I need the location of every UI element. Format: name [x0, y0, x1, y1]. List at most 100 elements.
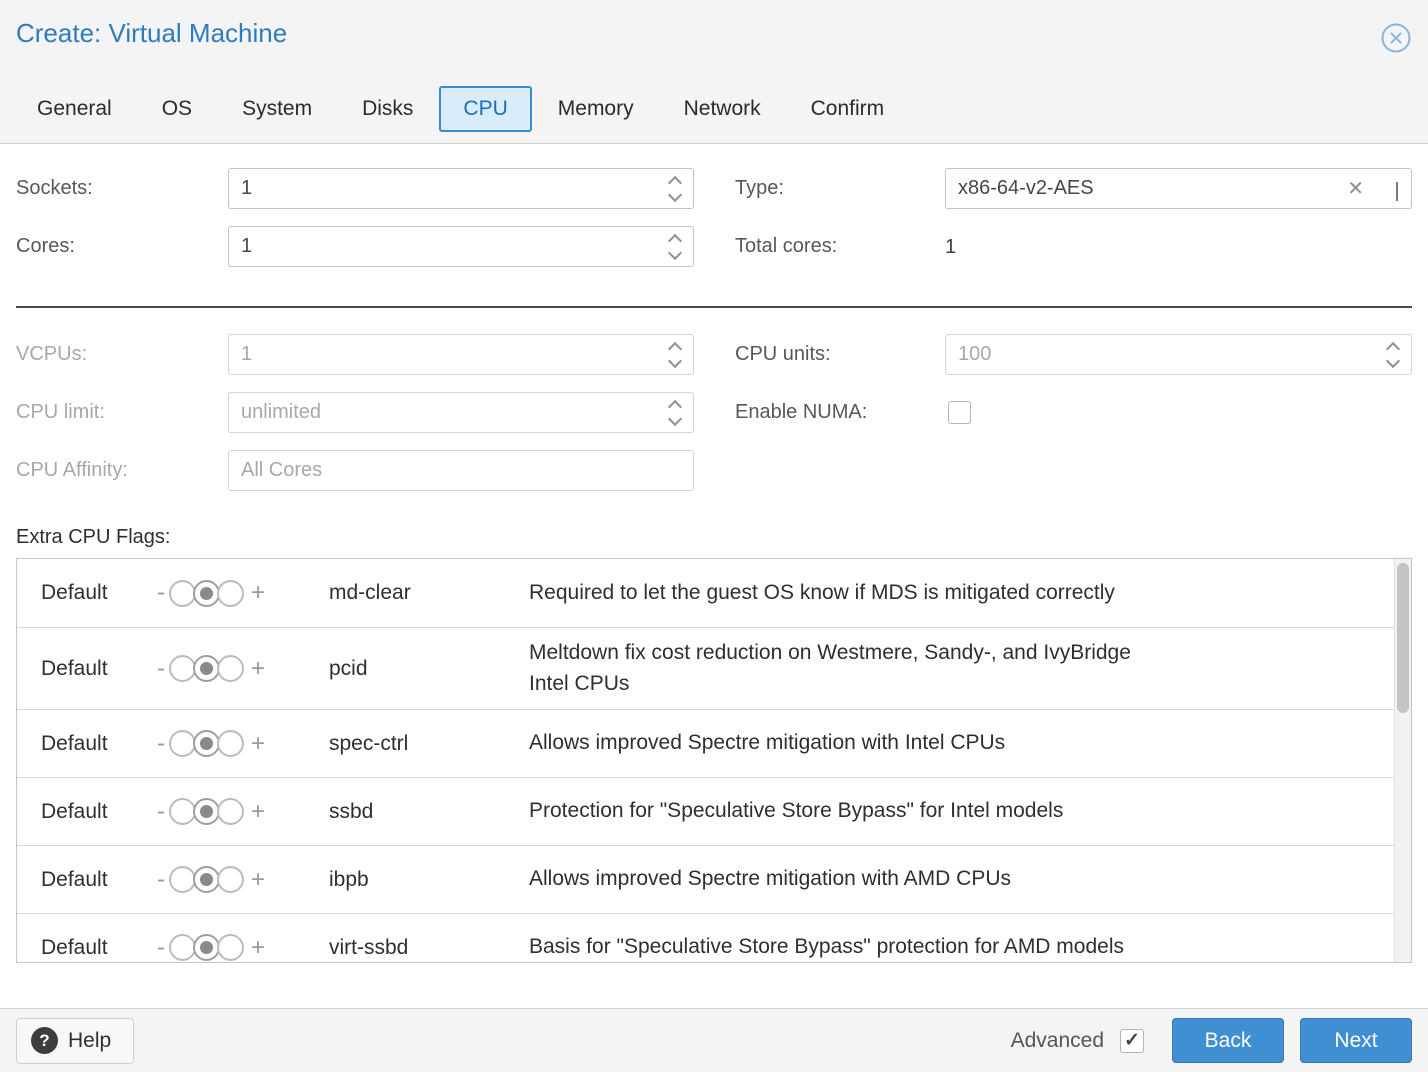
flag-description: Allows improved Spectre mitigation with …	[529, 864, 1411, 894]
spinner-down-icon[interactable]	[668, 411, 682, 425]
scrollbar-thumb[interactable]	[1397, 563, 1409, 713]
slider-position-default[interactable]	[193, 798, 220, 825]
flag-description: Meltdown fix cost reduction on Westmere,…	[529, 638, 1189, 699]
vcpus-spinner[interactable]	[657, 335, 693, 374]
tab-general[interactable]: General	[13, 86, 136, 132]
flag-tristate-slider: - +	[157, 730, 329, 758]
clear-icon[interactable]: ✕	[1347, 176, 1364, 201]
type-combo-input[interactable]	[945, 168, 1412, 209]
flag-name: ssbd	[329, 800, 529, 824]
slider-minus-icon[interactable]: -	[157, 934, 165, 962]
flag-state-label: Default	[17, 657, 157, 681]
total-cores-value: 1	[945, 236, 956, 259]
spinner-down-icon[interactable]	[668, 187, 682, 201]
tab-confirm[interactable]: Confirm	[787, 86, 909, 132]
slider-position-on[interactable]	[217, 655, 244, 682]
dialog-footer: ? Help Advanced ✓ Back Next	[0, 1008, 1428, 1072]
dialog-title: Create: Virtual Machine	[16, 18, 287, 49]
slider-position-off[interactable]	[169, 798, 196, 825]
slider-plus-icon[interactable]: +	[251, 655, 265, 683]
flag-name: spec-ctrl	[329, 732, 529, 756]
help-button-label: Help	[68, 1029, 111, 1053]
extra-cpu-flags-label: Extra CPU Flags:	[16, 526, 170, 549]
flag-description: Basis for "Speculative Store Bypass" pro…	[529, 932, 1411, 962]
tab-system[interactable]: System	[218, 86, 336, 132]
flag-description: Required to let the guest OS know if MDS…	[529, 578, 1411, 608]
slider-position-on[interactable]	[217, 798, 244, 825]
cpu-affinity-input[interactable]	[228, 450, 694, 491]
cpu-units-input[interactable]	[945, 334, 1412, 375]
enable-numa-label: Enable NUMA:	[735, 392, 867, 433]
flag-row: Default - + md-clear Required to let the…	[17, 559, 1411, 627]
cpu-affinity-field	[228, 450, 694, 491]
slider-position-off[interactable]	[169, 866, 196, 893]
vcpus-field	[228, 334, 694, 375]
cpu-flags-table-body: Default - + md-clear Required to let the…	[17, 559, 1411, 963]
tab-memory[interactable]: Memory	[534, 86, 658, 132]
slider-position-on[interactable]	[217, 866, 244, 893]
slider-minus-icon[interactable]: -	[157, 655, 165, 683]
tab-bar: General OS System Disks CPU Memory Netwo…	[0, 74, 1428, 144]
section-divider	[16, 306, 1412, 308]
cpu-limit-field	[228, 392, 694, 433]
flag-state-label: Default	[17, 936, 157, 960]
flag-name: virt-ssbd	[329, 936, 529, 960]
slider-plus-icon[interactable]: +	[251, 798, 265, 826]
slider-position-default[interactable]	[193, 730, 220, 757]
slider-position-default[interactable]	[193, 580, 220, 607]
slider-minus-icon[interactable]: -	[157, 798, 165, 826]
help-button[interactable]: ? Help	[16, 1018, 134, 1064]
slider-position-off[interactable]	[169, 580, 196, 607]
scrollbar-track[interactable]	[1394, 559, 1411, 962]
flag-tristate-slider: - +	[157, 934, 329, 962]
sockets-field	[228, 168, 694, 209]
chevron-down-icon[interactable]	[1396, 182, 1398, 200]
flag-tristate-slider: - +	[157, 655, 329, 683]
slider-plus-icon[interactable]: +	[251, 730, 265, 758]
cpu-limit-spinner[interactable]	[657, 393, 693, 432]
slider-plus-icon[interactable]: +	[251, 934, 265, 962]
cpu-units-spinner[interactable]	[1375, 335, 1411, 374]
cores-input[interactable]	[228, 226, 694, 267]
slider-position-default[interactable]	[193, 655, 220, 682]
cpu-flags-table: Default - + md-clear Required to let the…	[16, 558, 1412, 963]
slider-position-off[interactable]	[169, 934, 196, 961]
cpu-affinity-label: CPU Affinity:	[16, 450, 128, 491]
next-button[interactable]: Next	[1300, 1018, 1412, 1063]
slider-minus-icon[interactable]: -	[157, 579, 165, 607]
slider-position-default[interactable]	[193, 866, 220, 893]
tab-cpu[interactable]: CPU	[439, 86, 531, 132]
dialog-header: Create: Virtual Machine	[0, 0, 1428, 74]
slider-plus-icon[interactable]: +	[251, 579, 265, 607]
total-cores-label: Total cores:	[735, 226, 837, 267]
vcpus-input[interactable]	[228, 334, 694, 375]
tab-network[interactable]: Network	[660, 86, 785, 132]
back-button[interactable]: Back	[1172, 1018, 1284, 1063]
cores-spinner[interactable]	[657, 227, 693, 266]
flag-row: Default - + pcid Meltdown fix cost reduc…	[17, 627, 1411, 709]
advanced-checkbox[interactable]: ✓	[1120, 1029, 1144, 1053]
slider-plus-icon[interactable]: +	[251, 866, 265, 894]
help-icon: ?	[31, 1027, 58, 1054]
enable-numa-checkbox[interactable]	[948, 401, 971, 424]
spinner-down-icon[interactable]	[1386, 353, 1400, 367]
slider-position-off[interactable]	[169, 730, 196, 757]
slider-position-default[interactable]	[193, 934, 220, 961]
flag-state-label: Default	[17, 732, 157, 756]
slider-position-on[interactable]	[217, 934, 244, 961]
create-vm-dialog: Create: Virtual Machine General OS Syste…	[0, 0, 1428, 1072]
slider-selected-dot	[200, 737, 213, 750]
close-icon[interactable]	[1380, 22, 1412, 54]
tab-disks[interactable]: Disks	[338, 86, 437, 132]
cpu-limit-input[interactable]	[228, 392, 694, 433]
sockets-input[interactable]	[228, 168, 694, 209]
slider-position-on[interactable]	[217, 580, 244, 607]
slider-minus-icon[interactable]: -	[157, 866, 165, 894]
slider-position-on[interactable]	[217, 730, 244, 757]
sockets-spinner[interactable]	[657, 169, 693, 208]
slider-position-off[interactable]	[169, 655, 196, 682]
spinner-down-icon[interactable]	[668, 353, 682, 367]
slider-minus-icon[interactable]: -	[157, 730, 165, 758]
tab-os[interactable]: OS	[138, 86, 216, 132]
spinner-down-icon[interactable]	[668, 245, 682, 259]
